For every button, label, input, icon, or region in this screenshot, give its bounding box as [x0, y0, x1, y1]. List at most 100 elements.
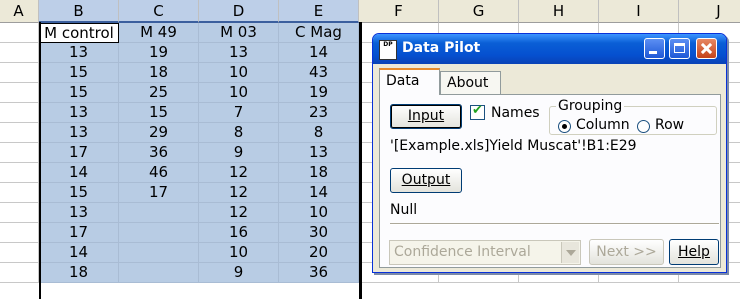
analysis-select-value: Confidence Interval	[394, 244, 531, 260]
table-cell[interactable]: 17	[39, 223, 119, 243]
column-header-a[interactable]: A	[0, 0, 39, 23]
table-cell[interactable]: 16	[199, 223, 279, 243]
next-button[interactable]: Next >>	[589, 239, 664, 265]
tab-data[interactable]: Data	[379, 68, 440, 95]
chevron-down-icon[interactable]	[561, 242, 579, 263]
table-cell[interactable]: 13	[199, 43, 279, 63]
table-cell[interactable]: 30	[279, 223, 359, 243]
maximize-button[interactable]	[669, 38, 690, 59]
table-cell[interactable]: 18	[279, 163, 359, 183]
column-header-d[interactable]: D	[199, 0, 279, 23]
table-cell[interactable]: 19	[279, 83, 359, 103]
table-cell[interactable]: 15	[39, 183, 119, 203]
table-cell[interactable]: 8	[279, 123, 359, 143]
column-header-i[interactable]: I	[599, 0, 679, 23]
header-cell[interactable]: M 49	[119, 23, 199, 43]
table-cell[interactable]: 15	[39, 63, 119, 83]
table-cell[interactable]: 10	[279, 203, 359, 223]
table-cell[interactable]: 25	[119, 83, 199, 103]
cell-blank[interactable]	[0, 223, 39, 243]
cell-blank[interactable]	[0, 23, 39, 43]
separator	[390, 223, 719, 225]
cell-blank[interactable]	[0, 143, 39, 163]
table-cell[interactable]: 29	[119, 123, 199, 143]
table-cell[interactable]	[119, 263, 199, 283]
names-label: Names	[491, 105, 540, 121]
column-header-c[interactable]: C	[119, 0, 199, 23]
column-radio-label: Column	[576, 117, 630, 133]
table-cell[interactable]: 13	[39, 123, 119, 143]
column-header-g[interactable]: G	[439, 0, 519, 23]
cell-blank[interactable]	[0, 263, 39, 283]
table-cell[interactable]: 10	[199, 83, 279, 103]
table-cell[interactable]: 13	[39, 103, 119, 123]
table-cell[interactable]	[119, 243, 199, 263]
table-cell[interactable]: 17	[39, 143, 119, 163]
header-cell[interactable]: C Mag	[279, 23, 359, 43]
data-pilot-dialog: DP Data Pilot Data About Input Names Gro…	[372, 33, 727, 273]
column-header-f[interactable]: F	[359, 0, 439, 23]
table-cell[interactable]: 9	[199, 263, 279, 283]
data-pilot-app-icon: DP	[379, 40, 397, 60]
table-cell[interactable]: 13	[39, 43, 119, 63]
output-button[interactable]: Output	[390, 168, 462, 193]
minimize-button[interactable]	[644, 38, 665, 59]
table-cell[interactable]: 9	[199, 143, 279, 163]
row-radio[interactable]	[637, 120, 650, 133]
table-cell[interactable]: 14	[279, 183, 359, 203]
analysis-select[interactable]: Confidence Interval	[389, 240, 581, 265]
table-cell[interactable]: 19	[119, 43, 199, 63]
output-value-text: Null	[390, 202, 418, 218]
table-cell[interactable]: 36	[119, 143, 199, 163]
table-cell[interactable]: 14	[279, 43, 359, 63]
table-cell[interactable]	[119, 203, 199, 223]
cell-blank[interactable]	[0, 83, 39, 103]
names-checkbox[interactable]	[470, 103, 485, 120]
cell-blank[interactable]	[0, 43, 39, 63]
grouping-label: Grouping	[556, 98, 625, 114]
table-cell[interactable]: 14	[39, 243, 119, 263]
table-cell[interactable]: 12	[199, 183, 279, 203]
cell-blank[interactable]	[0, 243, 39, 263]
table-cell[interactable]: 17	[119, 183, 199, 203]
column-header-j[interactable]: J	[679, 0, 740, 23]
dialog-title: Data Pilot	[402, 40, 481, 56]
column-header-b[interactable]: B	[39, 0, 119, 23]
table-cell[interactable]: 23	[279, 103, 359, 123]
column-header-e[interactable]: E	[279, 0, 359, 23]
close-button[interactable]	[696, 38, 717, 59]
table-cell[interactable]: 18	[39, 263, 119, 283]
cell-blank[interactable]	[0, 123, 39, 143]
table-cell[interactable]: 43	[279, 63, 359, 83]
help-button[interactable]: Help	[669, 239, 719, 265]
table-cell[interactable]: 15	[39, 83, 119, 103]
table-cell[interactable]: 13	[39, 203, 119, 223]
table-cell[interactable]: 14	[39, 163, 119, 183]
dialog-titlebar[interactable]: DP Data Pilot	[373, 34, 726, 64]
table-cell[interactable]: 18	[119, 63, 199, 83]
cell-blank[interactable]	[0, 203, 39, 223]
input-button[interactable]: Input	[390, 104, 462, 129]
cell-blank[interactable]	[0, 183, 39, 203]
table-cell[interactable]: 10	[199, 63, 279, 83]
column-header-h[interactable]: H	[519, 0, 599, 23]
table-cell[interactable]: 7	[199, 103, 279, 123]
table-cell[interactable]: 12	[199, 163, 279, 183]
table-cell[interactable]: 36	[279, 263, 359, 283]
cell-blank[interactable]	[0, 163, 39, 183]
input-range-text: '[Example.xls]Yield Muscat'!B1:E29	[390, 138, 637, 154]
table-cell[interactable]: 46	[119, 163, 199, 183]
table-cell[interactable]: 20	[279, 243, 359, 263]
cell-blank[interactable]	[0, 103, 39, 123]
table-cell[interactable]	[119, 223, 199, 243]
cell-blank[interactable]	[0, 63, 39, 83]
table-cell[interactable]: 8	[199, 123, 279, 143]
tab-about[interactable]: About	[440, 71, 501, 95]
header-cell[interactable]: M 03	[199, 23, 279, 43]
table-cell[interactable]: 10	[199, 243, 279, 263]
header-cell[interactable]: M control	[39, 23, 119, 43]
table-cell[interactable]: 15	[119, 103, 199, 123]
table-cell[interactable]: 12	[199, 203, 279, 223]
table-cell[interactable]: 13	[279, 143, 359, 163]
column-radio[interactable]	[558, 120, 571, 133]
